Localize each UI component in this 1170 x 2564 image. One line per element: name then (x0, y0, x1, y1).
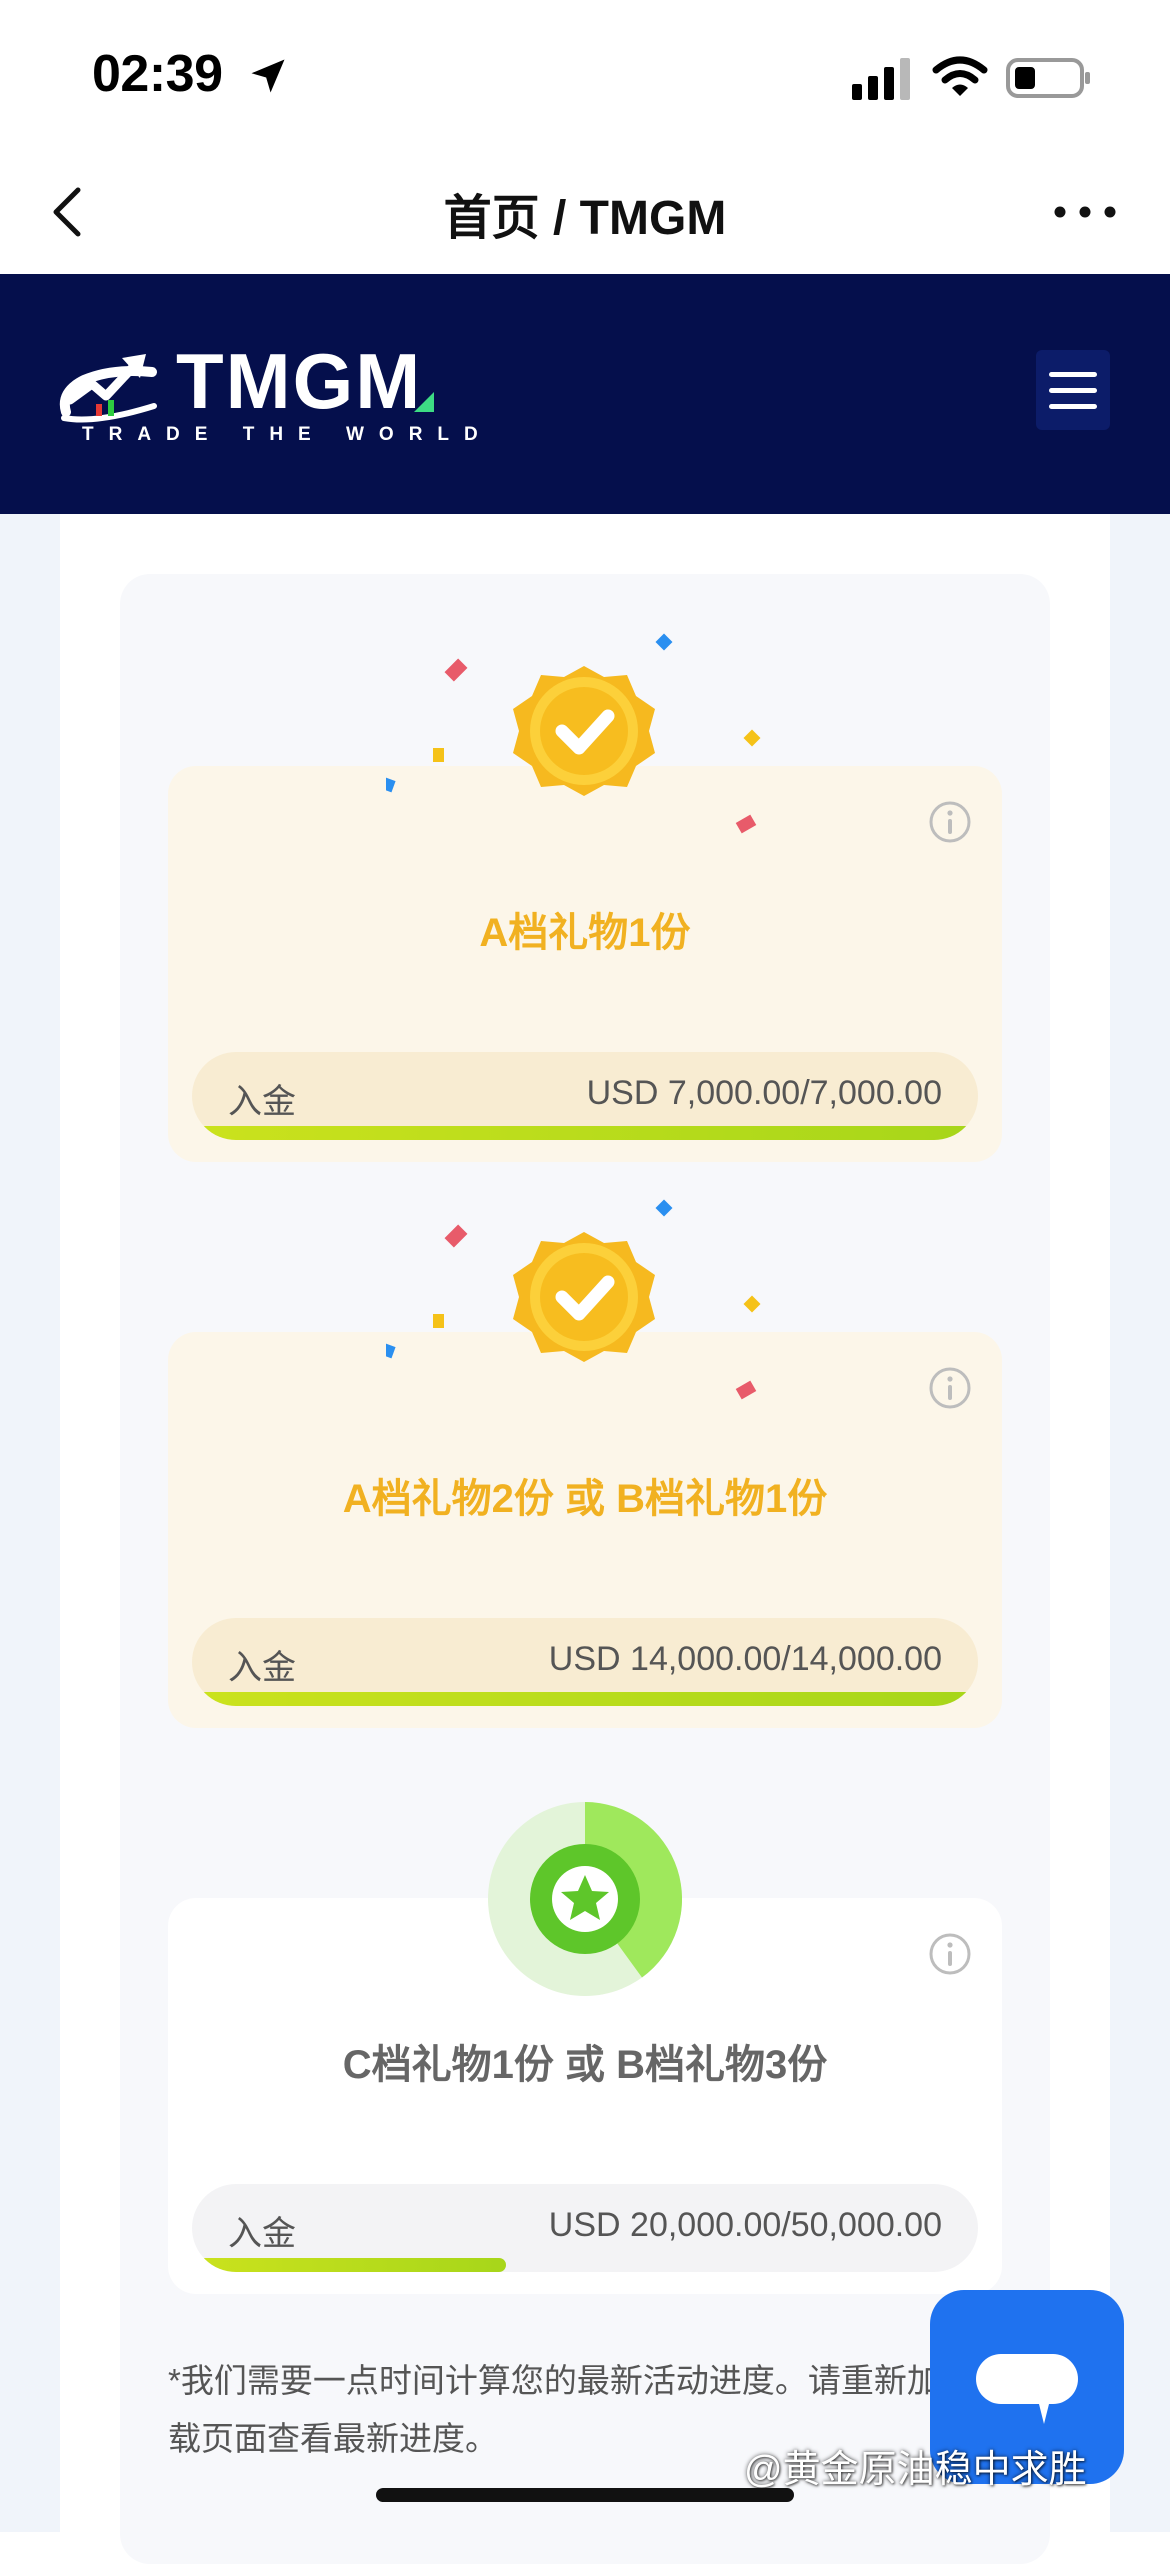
status-bar: 02:39 (0, 0, 1170, 150)
info-icon[interactable] (928, 800, 972, 844)
progress-label: 入金 (228, 1649, 296, 1687)
progress-fill (192, 1692, 978, 1706)
progress-label: 入金 (228, 1083, 296, 1121)
progress-bar: 入金 USD 20,000.00/50,000.00 (192, 2184, 978, 2272)
cellular-signal-icon (852, 58, 910, 100)
location-arrow-icon (251, 59, 285, 93)
watermark-text: @黄金原油稳中求胜 (744, 2449, 1087, 2491)
battery-icon (1006, 58, 1090, 98)
hamburger-menu-icon (1049, 404, 1097, 409)
tier-title: C档礼物1份 或 B档礼物3份 (342, 2043, 828, 2087)
star-progress-ring-icon (488, 1802, 682, 1996)
progress-value: USD 7,000.00/7,000.00 (586, 1074, 942, 1112)
more-horizontal-icon[interactable] (1052, 190, 1118, 234)
progress-fill (192, 1126, 978, 1140)
progress-fill (192, 2258, 507, 2272)
home-indicator (376, 2488, 794, 2502)
logo-accent-icon (414, 392, 434, 412)
hamburger-menu-icon (1049, 388, 1097, 393)
logo-tagline: TRADE THE WORLD (82, 424, 493, 445)
progress-bar: 入金 USD 14,000.00/14,000.00 (192, 1618, 978, 1706)
completed-seal-check-icon (386, 1199, 761, 1400)
chat-bubble-icon (976, 2354, 1078, 2424)
progress-value: USD 20,000.00/50,000.00 (548, 2206, 942, 2244)
page-title: 首页 / TMGM (443, 192, 727, 245)
completed-seal-check-icon (386, 633, 761, 834)
brand-bar: TMGM TRADE THE WORLD (0, 274, 1170, 514)
tmgm-logo-icon[interactable] (56, 342, 168, 434)
info-icon[interactable] (928, 1366, 972, 1410)
nav-header: 首页 / TMGM (0, 150, 1170, 274)
hamburger-menu-button[interactable] (1036, 350, 1110, 430)
progress-value: USD 14,000.00/14,000.00 (548, 1640, 942, 1678)
progress-label: 入金 (228, 2215, 296, 2253)
status-time: 02:39 (92, 45, 223, 103)
logo-text: TMGM (176, 337, 423, 425)
info-icon[interactable] (928, 1932, 972, 1976)
progress-bar: 入金 USD 7,000.00/7,000.00 (192, 1052, 978, 1140)
wifi-icon (932, 56, 988, 96)
hamburger-menu-icon (1049, 372, 1097, 377)
